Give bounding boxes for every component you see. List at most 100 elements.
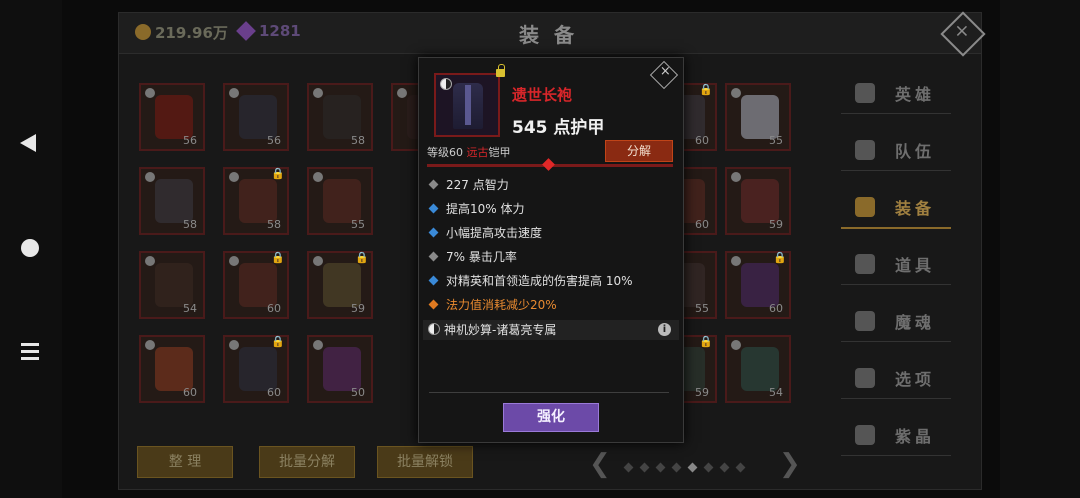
set-name: 神机妙算-诸葛亮专属 bbox=[444, 323, 557, 337]
inventory-slot[interactable]: 60 bbox=[139, 335, 205, 403]
gold-amount: 219.96万 bbox=[155, 24, 228, 42]
page-title: 装 备 bbox=[519, 23, 578, 47]
item-level: 54 bbox=[183, 302, 197, 315]
info-icon[interactable]: i bbox=[658, 323, 671, 336]
bottom-toolbar: 整 理 批量分解 批量解锁 ❮ ❯ bbox=[119, 443, 819, 489]
side-tabs: 英雄队伍装备道具魔魂选项紫晶 bbox=[819, 55, 979, 456]
sort-button[interactable]: 整 理 bbox=[137, 446, 233, 478]
equipment-icon bbox=[239, 179, 277, 223]
enhance-button[interactable]: 强化 bbox=[503, 403, 599, 432]
tab-1[interactable]: 队伍 bbox=[841, 130, 951, 171]
dismantle-button[interactable]: 分解 bbox=[605, 140, 673, 162]
menu-icon[interactable] bbox=[21, 343, 39, 364]
inventory-slot[interactable]: 55 bbox=[725, 83, 791, 151]
tab-icon bbox=[855, 311, 875, 331]
lock-icon: 🔒 bbox=[699, 335, 713, 348]
tab-label: 道具 bbox=[895, 256, 936, 275]
lock-icon: 🔒 bbox=[271, 251, 285, 264]
bulk-dismantle-button[interactable]: 批量分解 bbox=[259, 446, 355, 478]
item-level: 60 bbox=[267, 302, 281, 315]
close-screen-button[interactable]: × bbox=[940, 11, 986, 57]
back-icon[interactable] bbox=[20, 134, 36, 152]
inventory-slot[interactable]: 55 bbox=[307, 167, 373, 235]
divider bbox=[429, 392, 669, 393]
tab-6[interactable]: 紫晶 bbox=[841, 415, 951, 456]
equipment-icon bbox=[239, 95, 277, 139]
inventory-slot[interactable]: 59 🔒 bbox=[307, 251, 373, 319]
tab-2[interactable]: 装备 bbox=[841, 187, 951, 229]
item-type: 铠甲 bbox=[488, 146, 511, 159]
yin-yang-icon bbox=[731, 340, 741, 350]
next-page-arrow[interactable]: ❯ bbox=[779, 449, 801, 479]
item-name: 遗世长袍 bbox=[512, 86, 573, 104]
yin-yang-icon bbox=[731, 256, 741, 266]
equipment-icon bbox=[323, 95, 361, 139]
stat-diamond-icon bbox=[428, 275, 439, 286]
equipment-icon bbox=[155, 347, 193, 391]
inventory-slot[interactable]: 56 bbox=[223, 83, 289, 151]
inventory-slot[interactable]: 56 bbox=[139, 83, 205, 151]
inventory-slot[interactable]: 60 🔒 bbox=[223, 251, 289, 319]
item-level: 55 bbox=[769, 134, 783, 147]
tab-label: 英雄 bbox=[895, 85, 936, 104]
yin-yang-icon bbox=[313, 256, 323, 266]
equipment-icon bbox=[741, 263, 779, 307]
inventory-slot[interactable]: 60 🔒 bbox=[725, 251, 791, 319]
yin-yang-icon bbox=[428, 323, 440, 335]
yin-yang-icon bbox=[229, 172, 239, 182]
stat-text: 227 点智力 bbox=[446, 178, 509, 192]
tab-label: 队伍 bbox=[895, 142, 936, 161]
tab-icon bbox=[855, 254, 875, 274]
tab-5[interactable]: 选项 bbox=[841, 358, 951, 399]
item-level: 55 bbox=[695, 302, 709, 315]
stat-diamond-icon bbox=[428, 179, 439, 190]
yin-yang-icon bbox=[313, 340, 323, 350]
item-quality: 远古 bbox=[466, 146, 489, 159]
inventory-slot[interactable]: 58 bbox=[307, 83, 373, 151]
item-level: 59 bbox=[695, 386, 709, 399]
lock-icon[interactable] bbox=[496, 64, 505, 77]
tab-icon bbox=[855, 197, 875, 217]
prev-page-arrow[interactable]: ❮ bbox=[589, 449, 611, 479]
yin-yang-icon bbox=[731, 88, 741, 98]
inventory-slot[interactable]: 58 🔒 bbox=[223, 167, 289, 235]
close-popup-button[interactable]: × bbox=[649, 60, 679, 90]
page-indicator bbox=[623, 456, 753, 475]
home-icon[interactable] bbox=[21, 239, 39, 257]
inventory-slot[interactable]: 59 bbox=[725, 167, 791, 235]
tab-0[interactable]: 英雄 bbox=[841, 73, 951, 114]
tab-3[interactable]: 道具 bbox=[841, 244, 951, 285]
close-icon: × bbox=[659, 63, 671, 79]
item-level: 60 bbox=[695, 218, 709, 231]
inventory-slot[interactable]: 54 bbox=[139, 251, 205, 319]
yin-yang-icon bbox=[397, 88, 407, 98]
inventory-slot[interactable]: 50 bbox=[307, 335, 373, 403]
item-level: 60 bbox=[267, 386, 281, 399]
inventory-slot[interactable]: 58 bbox=[139, 167, 205, 235]
tab-4[interactable]: 魔魂 bbox=[841, 301, 951, 342]
item-level: 58 bbox=[183, 218, 197, 231]
item-level: 58 bbox=[351, 134, 365, 147]
item-level: 60 bbox=[769, 302, 783, 315]
armor-value: 545 点护甲 bbox=[512, 118, 605, 138]
top-bar: 219.96万 1281 装 备 × bbox=[119, 11, 986, 57]
item-level: 55 bbox=[351, 218, 365, 231]
equipment-icon bbox=[155, 95, 193, 139]
stat-line: 7% 暴击几率 bbox=[427, 248, 677, 272]
equipment-icon bbox=[323, 179, 361, 223]
stat-line: 小幅提高攻击速度 bbox=[427, 224, 677, 248]
yin-yang-icon bbox=[145, 88, 155, 98]
tab-icon bbox=[855, 83, 875, 103]
inventory-slot[interactable]: 54 bbox=[725, 335, 791, 403]
bulk-unlock-button[interactable]: 批量解锁 bbox=[377, 446, 473, 478]
gold-coin-icon bbox=[135, 24, 151, 40]
item-level: 59 bbox=[769, 218, 783, 231]
inventory-slot[interactable]: 60 🔒 bbox=[223, 335, 289, 403]
set-bonus-row[interactable]: 神机妙算-诸葛亮专属 i bbox=[423, 320, 679, 340]
stat-text: 提高10% 体力 bbox=[446, 202, 525, 216]
yin-yang-icon bbox=[145, 256, 155, 266]
yin-yang-icon bbox=[229, 340, 239, 350]
tab-label: 选项 bbox=[895, 370, 936, 389]
yin-yang-icon bbox=[229, 88, 239, 98]
item-level: 50 bbox=[351, 386, 365, 399]
